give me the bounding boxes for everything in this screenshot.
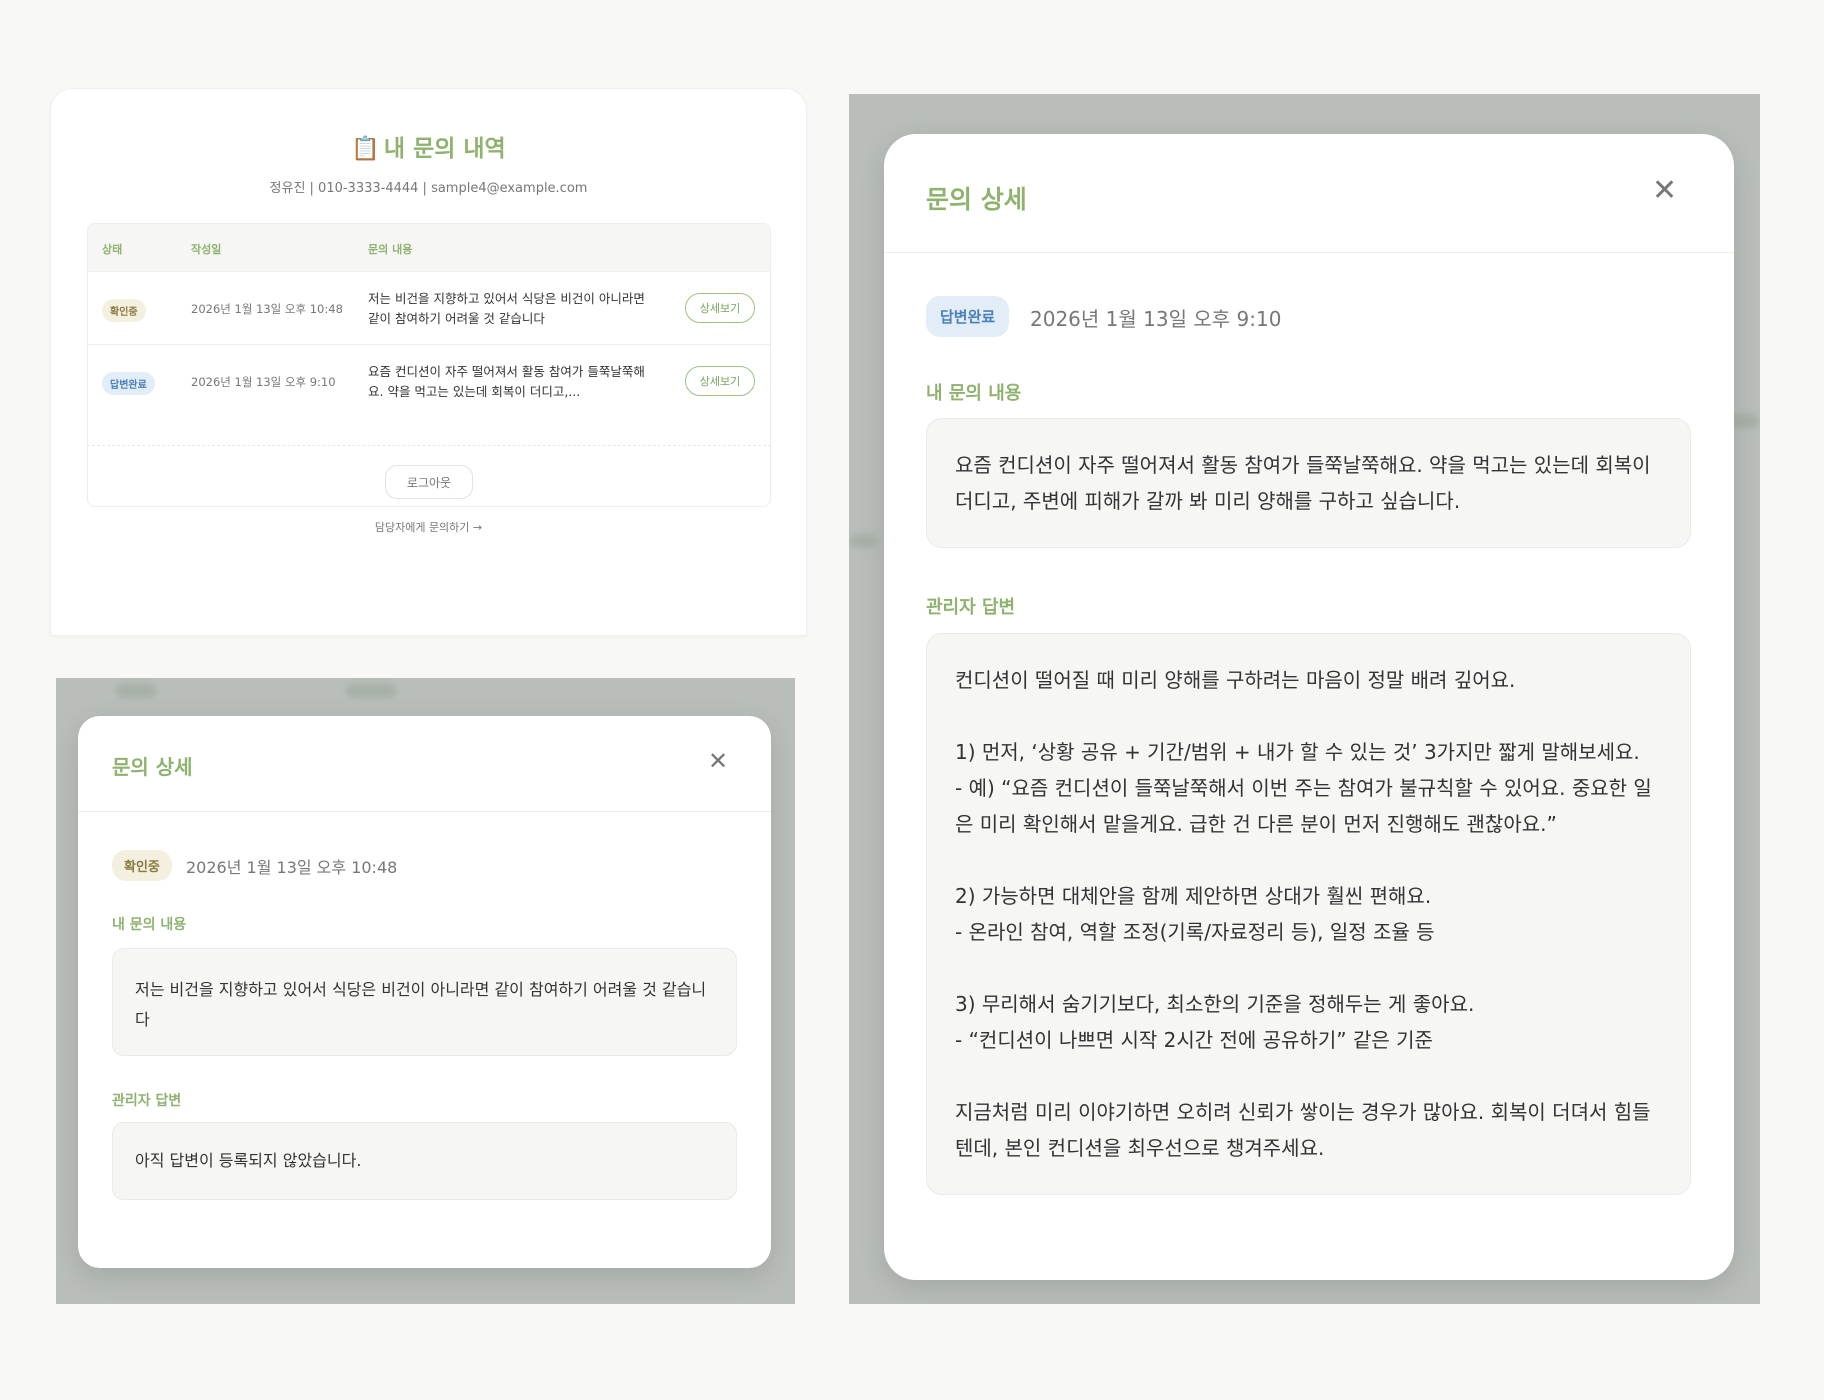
modal-title: 문의 상세 [112, 755, 193, 779]
column-status: 상태 [102, 243, 123, 256]
modal-header: 문의 상세 ✕ [884, 134, 1734, 253]
modal-backdrop[interactable]: 문의 상세 ✕ 답변완료 2026년 1월 13일 오후 9:10 내 문의 내… [849, 94, 1760, 1304]
status-badge: 답변완료 [102, 372, 155, 395]
question-content: 저는 비건을 지향하고 있어서 식당은 비건이 아니라면 같이 참여하기 어려울… [112, 948, 737, 1056]
table-header: 상태 작성일 문의 내용 [88, 224, 770, 272]
user-info: 정유진 | 010-3333-4444 | sample4@example.co… [269, 181, 588, 196]
question-label: 내 문의 내용 [926, 383, 1022, 404]
column-content: 문의 내용 [368, 243, 413, 256]
status-badge: 확인중 [112, 850, 172, 881]
close-icon[interactable]: ✕ [708, 749, 728, 773]
inquiry-date: 2026년 1월 13일 오후 9:10 [1030, 307, 1282, 331]
table-row: 확인중 2026년 1월 13일 오후 10:48 저는 비건을 지향하고 있어… [88, 272, 770, 345]
question-content: 요즘 컨디션이 자주 떨어져서 활동 참여가 들쭉날쭉해요. 약을 먹고는 있는… [926, 418, 1691, 548]
inquiry-detail-modal: 문의 상세 ✕ 답변완료 2026년 1월 13일 오후 9:10 내 문의 내… [884, 134, 1734, 1280]
contact-link[interactable]: 담당자에게 문의하기 → [51, 519, 806, 535]
detail-button[interactable]: 상세보기 [685, 293, 755, 323]
logout-button[interactable]: 로그아웃 [385, 465, 473, 499]
row-date: 2026년 1월 13일 오후 10:48 [191, 302, 343, 316]
modal-backdrop[interactable]: 문의 상세 ✕ 확인중 2026년 1월 13일 오후 10:48 내 문의 내… [56, 678, 795, 1304]
row-date: 2026년 1월 13일 오후 9:10 [191, 375, 336, 389]
clipboard-icon: 📋 [351, 136, 380, 162]
answer-content: 컨디션이 떨어질 때 미리 양해를 구하려는 마음이 정말 배려 깊어요. 1)… [926, 633, 1691, 1195]
question-label: 내 문의 내용 [112, 917, 187, 933]
row-content: 요즘 컨디션이 자주 떨어져서 활동 참여가 들쭉날쭉해요. 약을 먹고는 있는… [368, 364, 645, 399]
answer-content: 아직 답변이 등록되지 않았습니다. [112, 1122, 737, 1200]
close-icon[interactable]: ✕ [1652, 176, 1677, 206]
inquiry-list-card: 📋 내 문의 내역 정유진 | 010-3333-4444 | sample4@e… [50, 88, 807, 636]
divider [87, 445, 771, 446]
page-title: 📋 내 문의 내역 [351, 136, 506, 162]
column-date: 작성일 [191, 243, 222, 256]
status-badge: 답변완료 [926, 296, 1010, 337]
inquiry-detail-modal: 문의 상세 ✕ 확인중 2026년 1월 13일 오후 10:48 내 문의 내… [78, 716, 771, 1268]
detail-button[interactable]: 상세보기 [685, 366, 755, 396]
modal-title: 문의 상세 [926, 185, 1027, 214]
status-badge: 확인중 [102, 299, 146, 322]
inquiry-date: 2026년 1월 13일 오후 10:48 [186, 858, 398, 877]
row-content: 저는 비건을 지향하고 있어서 식당은 비건이 아니라면 같이 참여하기 어려울… [368, 291, 645, 326]
answer-label: 관리자 답변 [926, 597, 1016, 618]
modal-header: 문의 상세 ✕ [78, 716, 771, 812]
table-row: 답변완료 2026년 1월 13일 오후 9:10 요즘 컨디션이 자주 떨어져… [88, 345, 770, 418]
answer-label: 관리자 답변 [112, 1093, 182, 1109]
